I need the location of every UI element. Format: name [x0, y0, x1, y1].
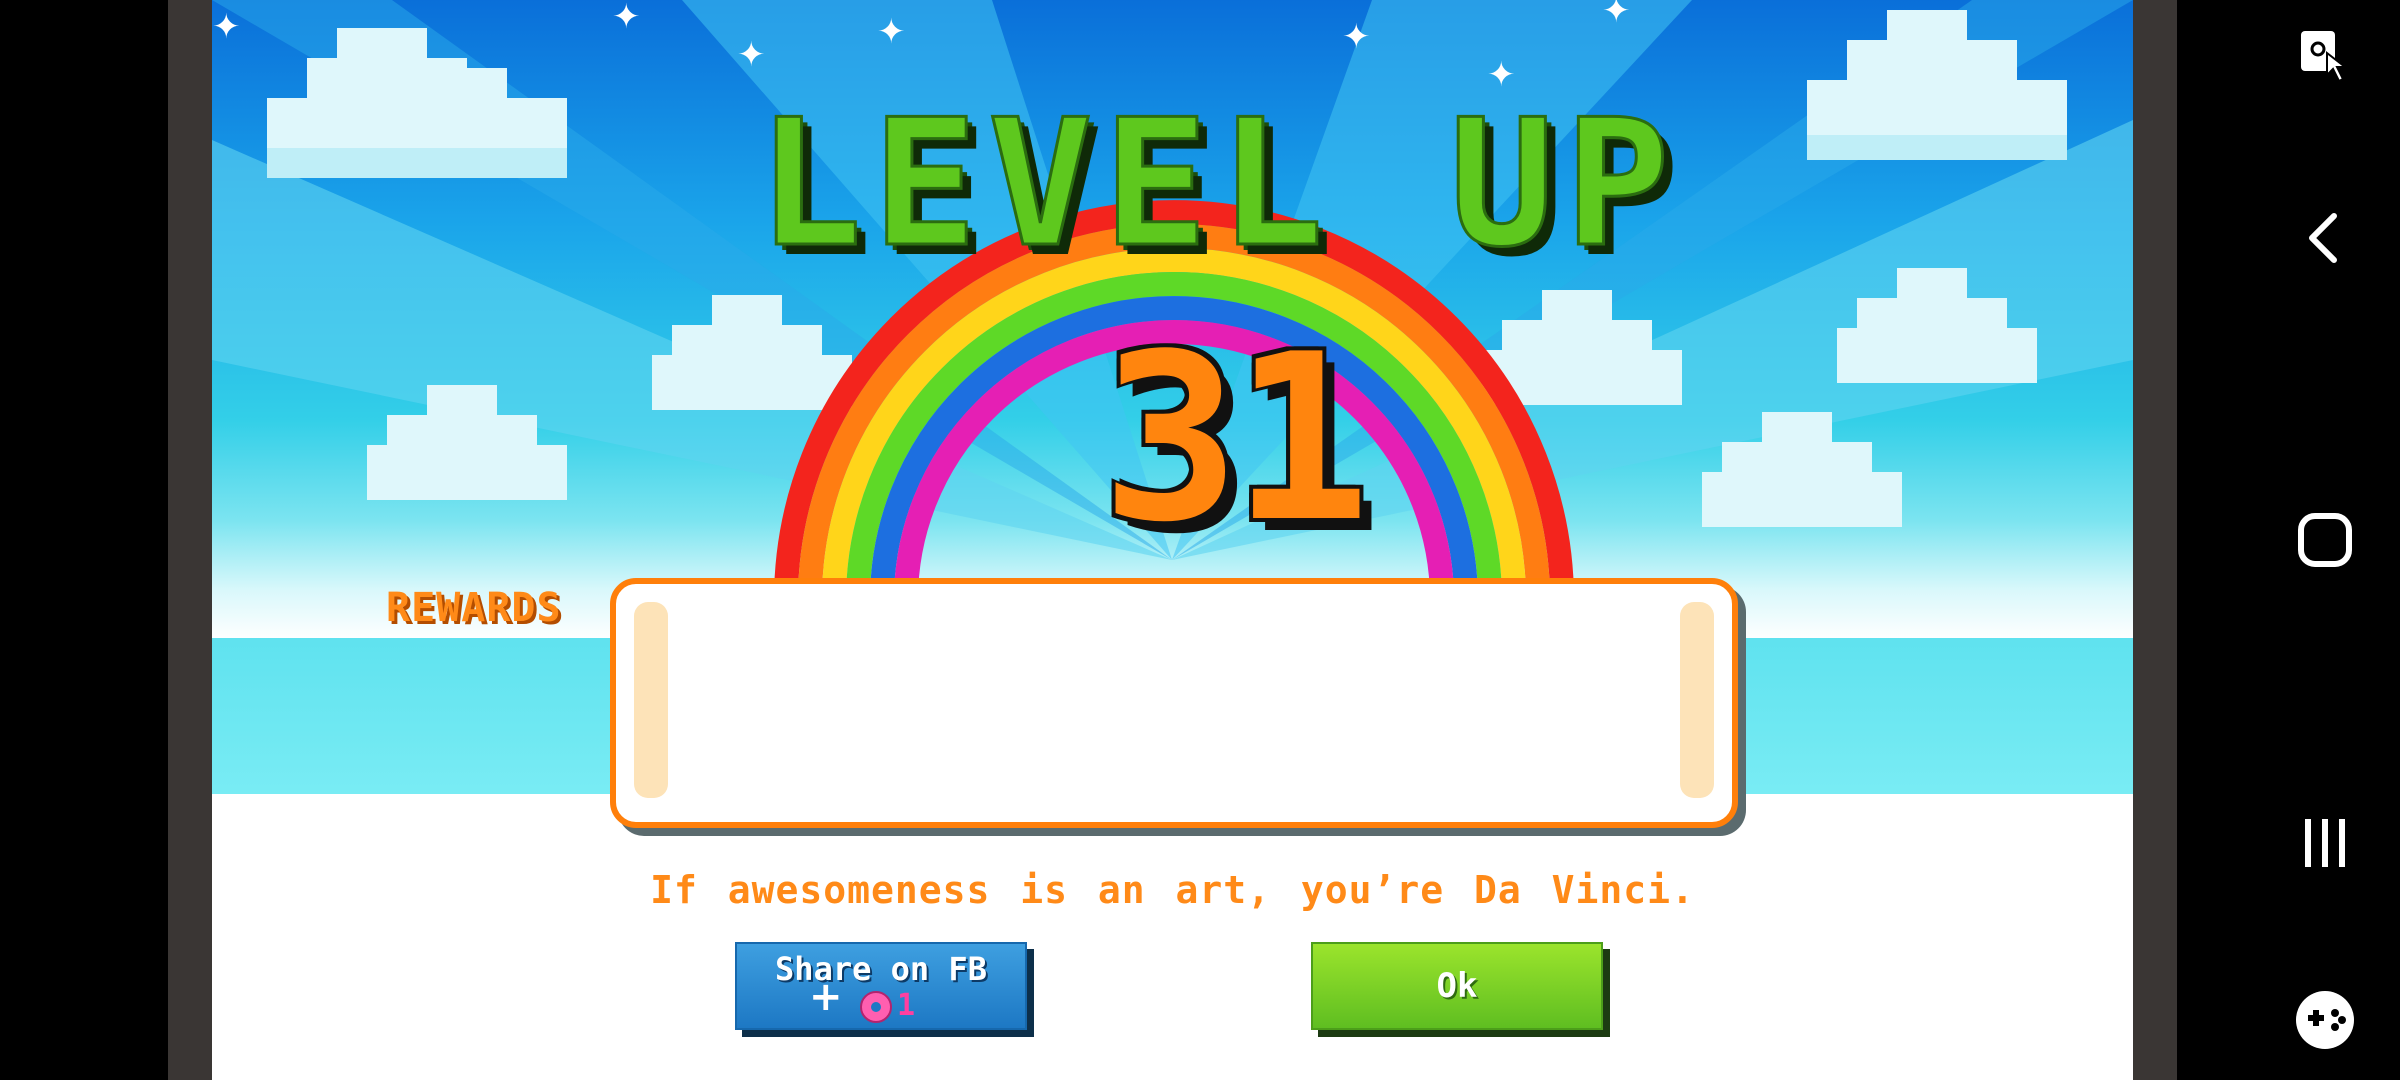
rewards-label: REWARDS	[386, 585, 562, 631]
tagline: If awesomeness is an art, you’re Da Vinc…	[650, 868, 1695, 912]
ok-button-label: Ok	[1436, 966, 1478, 1006]
ok-button[interactable]: Ok	[1311, 942, 1603, 1030]
level-number: 31	[1101, 306, 1371, 573]
system-navigation-bar	[2177, 0, 2400, 1080]
left-letterbox	[0, 0, 168, 1080]
screen: ✦ ✦ ✦ ✦ ✦ ✦ ✦ LEVEL UP 31 REWARDS If awe…	[0, 0, 2400, 1080]
sparkle-icon: ✦	[212, 7, 241, 47]
cloud-icon	[1837, 268, 2037, 383]
sparkle-icon: ✦	[1342, 17, 1371, 57]
sparkle-icon: ✦	[737, 35, 766, 75]
recent-apps-icon[interactable]	[2290, 808, 2360, 878]
sparkle-icon: ✦	[877, 12, 906, 52]
cloud-icon	[367, 385, 567, 500]
cloud-icon	[1702, 412, 1902, 527]
ground	[212, 794, 2133, 1080]
sparkle-icon: ✦	[1602, 0, 1631, 31]
plus-icon: +	[809, 974, 843, 1020]
rewards-panel	[610, 578, 1738, 828]
level-up-title: LEVEL UP	[756, 83, 1680, 286]
panel-left-cap	[634, 602, 668, 798]
left-frame-bar	[168, 0, 212, 1080]
panel-right-cap	[1680, 602, 1714, 798]
share-button-label: Share on FB	[775, 950, 987, 988]
share-reward-count: 1	[897, 988, 916, 1023]
share-on-fb-button[interactable]: Share on FB + 1	[735, 942, 1027, 1030]
cloud-icon	[267, 28, 567, 178]
home-icon[interactable]	[2290, 505, 2360, 575]
screen-touch-lock-icon[interactable]	[2290, 20, 2360, 90]
sparkle-icon: ✦	[612, 0, 641, 37]
donut-icon	[860, 991, 892, 1023]
game-controller-icon[interactable]	[2290, 985, 2360, 1055]
right-frame-bar	[2133, 0, 2177, 1080]
cloud-icon	[1807, 10, 2067, 160]
back-chevron-icon[interactable]	[2290, 203, 2360, 273]
